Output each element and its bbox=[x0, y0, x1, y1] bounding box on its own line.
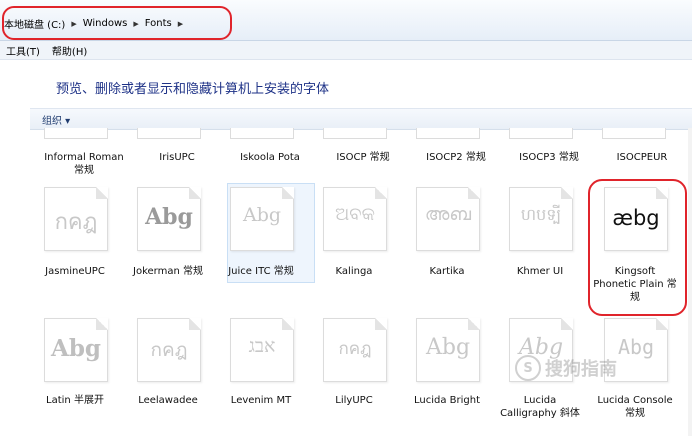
organize-button[interactable]: 组织 ▾ bbox=[42, 112, 70, 127]
font-tile-icon bbox=[416, 128, 480, 139]
font-name: Juice ITC 常规 bbox=[228, 266, 294, 277]
font-sample: Abg bbox=[425, 335, 471, 360]
font-name: Iskoola Pota bbox=[240, 152, 300, 163]
font-file-icon: Abg bbox=[137, 187, 201, 251]
font-tile-kalinga[interactable]: ଅବକ Kalinga bbox=[311, 187, 397, 287]
font-sample: אבג bbox=[248, 335, 276, 357]
font-name: Lucida Calligraphy 斜体 bbox=[500, 395, 580, 419]
font-tile-juice-itc[interactable]: Abg Juice ITC 常规 bbox=[218, 187, 304, 287]
font-file-icon: ហបទ្បី bbox=[509, 187, 573, 251]
font-file-icon: Abg bbox=[416, 318, 480, 382]
font-name: ISOCP 常规 bbox=[336, 152, 390, 163]
font-sample: ហបទ្បី bbox=[520, 205, 562, 224]
watermark-logo: S 搜狗指南 bbox=[515, 355, 665, 381]
font-name: Lucida Bright bbox=[413, 395, 481, 406]
font-tile-leelawadee[interactable]: กคฎ Leelawadee bbox=[125, 318, 211, 428]
font-file-icon: กคฎ bbox=[44, 187, 108, 251]
font-tile-lucida-bright[interactable]: Abg Lucida Bright bbox=[404, 318, 490, 428]
font-sample: Abg bbox=[145, 204, 193, 230]
font-sample: അബ bbox=[424, 204, 472, 225]
font-tile-jokerman[interactable]: Abg Jokerman 常规 bbox=[125, 187, 211, 287]
font-name: Lucida Console 常规 bbox=[597, 395, 673, 419]
font-tile-icon bbox=[44, 128, 108, 139]
font-sample: Abg bbox=[50, 335, 101, 362]
font-tile-icon bbox=[323, 128, 387, 139]
menu-tools[interactable]: 工具(T) bbox=[6, 43, 40, 58]
scrollbar[interactable] bbox=[688, 128, 692, 436]
font-file-icon: Abg bbox=[230, 187, 294, 251]
font-sample: กคฎ bbox=[338, 339, 372, 359]
font-tile-icon bbox=[602, 128, 666, 139]
font-tile-icon bbox=[137, 128, 201, 139]
font-name: ISOCP3 常规 bbox=[519, 152, 579, 163]
font-name: Levenim MT bbox=[230, 395, 292, 406]
font-sample: กคฎ bbox=[54, 210, 98, 235]
font-file-icon: ଅବକ bbox=[323, 187, 387, 251]
font-name: Kalinga bbox=[335, 266, 373, 277]
page-title: 预览、删除或者显示和隐藏计算机上安装的字体 bbox=[56, 82, 330, 97]
font-tile-khmer-ui[interactable]: ហបទ្បី Khmer UI bbox=[497, 187, 583, 287]
font-name: Kartika bbox=[429, 266, 465, 277]
menu-help[interactable]: 帮助(H) bbox=[52, 43, 87, 58]
font-sample: Abg bbox=[242, 204, 282, 226]
annotation-highlight-font bbox=[588, 179, 687, 316]
watermark-text: 搜狗指南 bbox=[545, 359, 617, 380]
font-name: JasmineUPC bbox=[45, 266, 105, 277]
font-file-icon: Abg bbox=[44, 318, 108, 382]
font-file-icon: กคฎ bbox=[137, 318, 201, 382]
font-tile-kartika[interactable]: അബ Kartika bbox=[404, 187, 490, 287]
font-name: Leelawadee bbox=[138, 395, 198, 406]
font-name: Latin 半展开 bbox=[46, 395, 104, 406]
font-tile-lilyupc[interactable]: กคฎ LilyUPC bbox=[311, 318, 397, 428]
font-tile-latin[interactable]: Abg Latin 半展开 bbox=[32, 318, 118, 428]
font-name: ISOCP2 常规 bbox=[426, 152, 486, 163]
command-bar: 组织 ▾ bbox=[30, 108, 692, 130]
left-margin bbox=[0, 60, 30, 436]
font-file-icon: അബ bbox=[416, 187, 480, 251]
watermark-s-icon: S bbox=[515, 355, 541, 381]
font-tile-levenim-mt[interactable]: אבג Levenim MT bbox=[218, 318, 304, 428]
font-tile-jasmineupc[interactable]: กคฎ JasmineUPC bbox=[32, 187, 118, 287]
font-tile-icon bbox=[509, 128, 573, 139]
font-sample: กคฎ bbox=[150, 339, 188, 361]
annotation-highlight-address bbox=[2, 6, 232, 40]
font-tile-icon bbox=[230, 128, 294, 139]
font-name: LilyUPC bbox=[335, 395, 373, 406]
font-sample: ଅବକ bbox=[335, 204, 375, 225]
font-file-icon: กคฎ bbox=[323, 318, 387, 382]
font-name: Khmer UI bbox=[516, 266, 564, 277]
font-name: ISOCPEUR bbox=[616, 152, 668, 163]
font-name: IrisUPC bbox=[159, 152, 195, 163]
menu-bar: 工具(T) 帮助(H) bbox=[0, 41, 692, 60]
font-name: Jokerman 常规 bbox=[133, 266, 203, 277]
font-name: Informal Roman 常规 bbox=[44, 152, 124, 176]
font-file-icon: אבג bbox=[230, 318, 294, 382]
